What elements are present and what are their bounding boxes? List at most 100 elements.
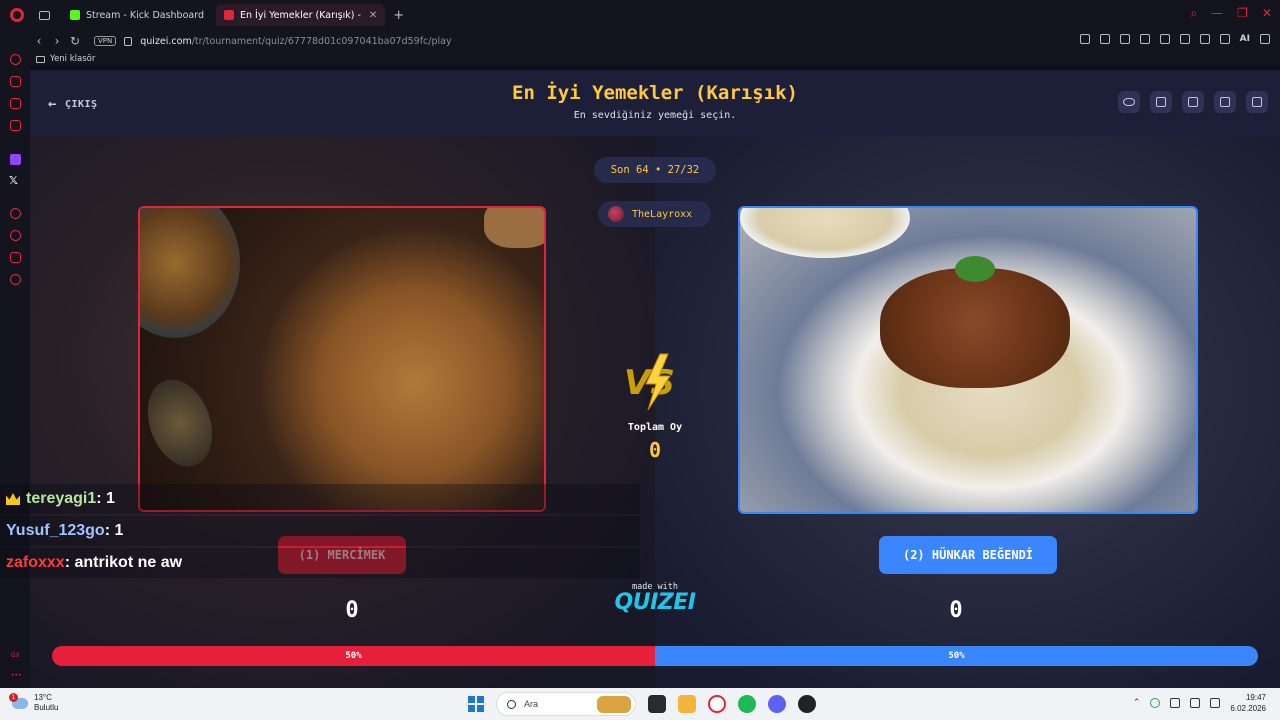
option-card-2[interactable] xyxy=(738,206,1198,514)
history-icon[interactable] xyxy=(10,230,21,241)
x-twitter-icon[interactable]: 𝕏 xyxy=(9,174,18,187)
tab-quizei[interactable]: En İyi Yemekler (Karışık) - ✕ xyxy=(216,4,386,26)
player-sidebar-icon[interactable] xyxy=(10,120,21,131)
vs-icon: VS xyxy=(624,353,675,411)
option-1-percent: 50% xyxy=(52,646,655,666)
clock-time: 19:47 xyxy=(1245,693,1266,702)
fullscreen-button[interactable] xyxy=(1246,91,1268,113)
tab-label: Stream - Kick Dashboard xyxy=(86,9,204,21)
discord-icon[interactable] xyxy=(768,695,786,713)
gx-label[interactable]: GX xyxy=(11,652,20,659)
close-window-icon[interactable]: ✕ xyxy=(1262,6,1272,21)
parsley-garnish xyxy=(955,256,995,282)
back-plate xyxy=(740,208,910,258)
share-button[interactable] xyxy=(1182,91,1204,113)
adblock-icon[interactable] xyxy=(1119,34,1130,44)
reload-icon[interactable]: ↻ xyxy=(66,34,84,48)
close-tab-icon[interactable]: ✕ xyxy=(369,10,377,21)
quiz-title: En İyi Yemekler (Karışık) xyxy=(512,82,798,104)
forward-nav-icon[interactable]: › xyxy=(48,34,66,48)
option-card-1[interactable] xyxy=(138,206,546,512)
shopping-icon[interactable] xyxy=(10,76,21,87)
player-icon[interactable] xyxy=(1139,34,1150,44)
avatar xyxy=(608,206,624,222)
maximize-icon[interactable]: ❐ xyxy=(1237,6,1248,21)
profile-icon[interactable] xyxy=(1199,34,1210,44)
volume-icon[interactable] xyxy=(1210,698,1221,708)
browser-sidebar: 𝕏 GX ••• xyxy=(0,30,30,688)
chat-text: : 1 xyxy=(96,490,115,507)
opera-gx-icon[interactable] xyxy=(708,695,726,713)
opera-logo-icon[interactable] xyxy=(10,8,24,22)
flag-icon xyxy=(1220,97,1230,107)
ai-sidebar-icon[interactable] xyxy=(10,54,21,65)
vpn-badge[interactable]: VPN xyxy=(94,36,117,46)
spoon xyxy=(140,370,224,476)
messenger-icon[interactable] xyxy=(10,98,21,109)
chat-username: tereyagi1 xyxy=(26,490,97,507)
lentil-soup-image xyxy=(140,208,544,510)
quiz-page: ← ÇIKIŞ En İyi Yemekler (Karışık) En sev… xyxy=(30,70,1280,688)
downloads-icon[interactable] xyxy=(1219,34,1230,44)
workspaces-icon[interactable] xyxy=(36,7,52,23)
settings-icon[interactable] xyxy=(10,274,21,285)
chevron-up-icon[interactable]: ⌃ xyxy=(1133,698,1141,708)
taskbar-search[interactable]: Ara xyxy=(496,692,636,716)
lock-icon[interactable] xyxy=(124,36,133,46)
more-icon[interactable]: ••• xyxy=(11,672,22,679)
obs-icon[interactable] xyxy=(798,695,816,713)
snapshot-icon[interactable] xyxy=(1099,34,1110,44)
extensions-sidebar-icon[interactable] xyxy=(10,252,21,263)
option-2-percent: 50% xyxy=(655,646,1258,666)
twitch-icon[interactable] xyxy=(10,154,21,165)
menu-icon[interactable] xyxy=(1260,34,1270,44)
url-field[interactable]: quizei.com/tr/tournament/quiz/67778d01c0… xyxy=(140,36,451,47)
option-2-button[interactable]: (2) HÜNKAR BEĞENDİ xyxy=(879,536,1057,574)
tray-app-icon[interactable] xyxy=(1150,698,1161,708)
file-explorer-icon[interactable] xyxy=(678,695,696,713)
bookmarks-bar: Yeni klasör xyxy=(0,52,1280,66)
side-pot xyxy=(140,208,240,338)
window-controls: ⌕ — ❐ ✕ xyxy=(1190,6,1272,21)
weather-desc: Bulutlu xyxy=(34,703,59,712)
new-tab-button[interactable]: + xyxy=(393,8,404,23)
windows-taskbar: 1 13°C Bulutlu Ara ⌃ 19:47 6.02.2026 xyxy=(0,688,1280,720)
search-icon xyxy=(507,699,516,709)
meat-stew xyxy=(880,268,1070,388)
extensions-icon[interactable] xyxy=(1179,34,1190,44)
vote-progress-bar: 50% 50% xyxy=(52,646,1258,666)
copy-button[interactable] xyxy=(1150,91,1172,113)
tab-kick-dashboard[interactable]: Stream - Kick Dashboard xyxy=(62,4,212,26)
report-button[interactable] xyxy=(1214,91,1236,113)
task-view-icon[interactable] xyxy=(648,695,666,713)
tab-label: En İyi Yemekler (Karışık) - xyxy=(240,9,361,21)
weather-widget[interactable]: 1 13°C Bulutlu xyxy=(9,692,59,713)
search-tabs-icon[interactable]: ⌕ xyxy=(1190,6,1197,21)
minimize-icon[interactable]: — xyxy=(1211,6,1223,21)
browser-tab-bar: Stream - Kick Dashboard En İyi Yemekler … xyxy=(0,0,1280,30)
url-path: /tr/tournament/quiz/67778d01c097041ba07d… xyxy=(191,35,452,47)
search-placeholder: Ara xyxy=(524,699,539,709)
taskbar-apps: Ara xyxy=(468,692,816,716)
back-nav-icon[interactable]: ‹ xyxy=(30,34,48,48)
record-icon[interactable] xyxy=(10,208,21,219)
hunkar-begendi-image xyxy=(740,208,1196,512)
user-badge: TheLayroxx xyxy=(598,201,711,227)
crown-icon xyxy=(6,493,20,505)
toolbar-icons: AI xyxy=(1079,34,1270,44)
spotify-icon[interactable] xyxy=(738,695,756,713)
pin-icon[interactable] xyxy=(1079,34,1090,44)
round-indicator: Son 64 • 27/32 xyxy=(594,157,716,183)
made-with-quizei[interactable]: made with QUIZEI xyxy=(605,582,705,615)
network-icon[interactable] xyxy=(1190,698,1201,708)
clock[interactable]: 19:47 6.02.2026 xyxy=(1230,692,1266,714)
ai-button[interactable]: AI xyxy=(1240,34,1250,44)
bookmark-folder[interactable]: Yeni klasör xyxy=(50,54,95,64)
chat-text: : antrikot ne aw xyxy=(64,554,183,571)
start-icon[interactable] xyxy=(468,696,484,712)
view-button[interactable] xyxy=(1118,91,1140,113)
microphone-icon[interactable] xyxy=(1170,698,1181,708)
heart-icon[interactable] xyxy=(1159,34,1170,44)
bread xyxy=(484,208,544,248)
send-icon xyxy=(1188,97,1198,107)
